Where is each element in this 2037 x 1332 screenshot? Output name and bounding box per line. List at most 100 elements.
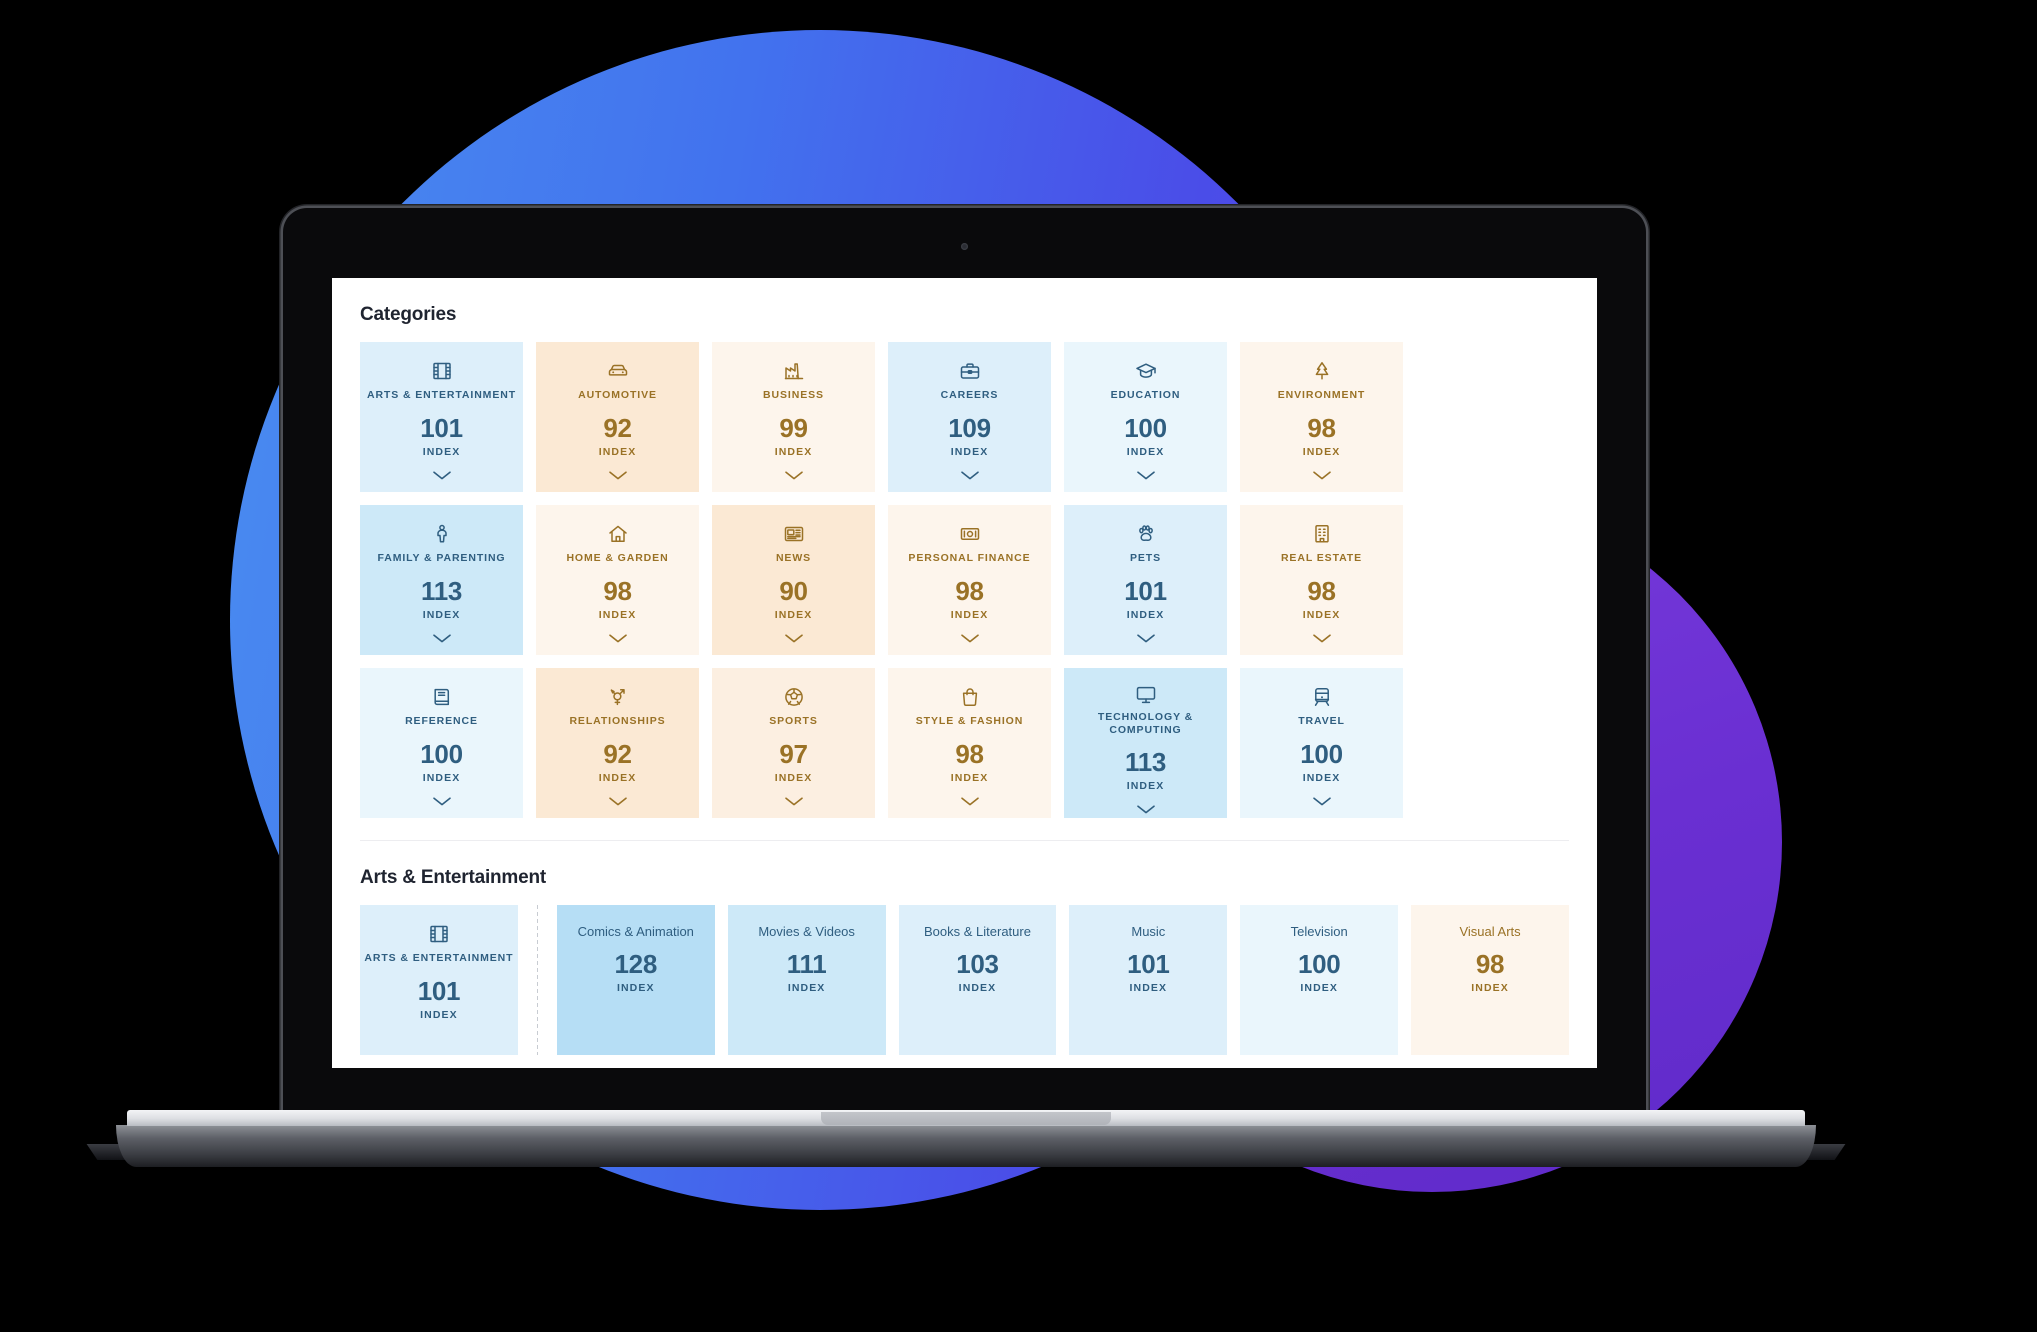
- category-card[interactable]: Pets 101 INDEX: [1064, 505, 1227, 655]
- category-card-value: 97: [779, 738, 808, 769]
- house-icon: [607, 521, 629, 547]
- chevron-down-icon[interactable]: [1135, 468, 1157, 486]
- chevron-down-icon[interactable]: [431, 631, 453, 649]
- category-card-value: 92: [603, 412, 632, 443]
- subcategory-card-label: Comics & Animation: [577, 924, 694, 939]
- chevron-down-icon[interactable]: [1135, 802, 1157, 820]
- subcategory-card-value: 111: [786, 949, 827, 979]
- subcategory-card[interactable]: Books & Literature 103 INDEX: [898, 905, 1057, 1055]
- shopping-bag-icon: [959, 684, 981, 710]
- subcategory-card-value: 98: [1475, 949, 1505, 979]
- category-card-index-label: INDEX: [950, 608, 989, 621]
- briefcase-icon: [959, 358, 981, 384]
- detail-parent-card-index-label: INDEX: [420, 1008, 458, 1021]
- category-card-label: Home & Garden: [566, 552, 669, 564]
- categories-title: Categories: [360, 304, 457, 325]
- category-card-index-label: INDEX: [1302, 771, 1341, 784]
- category-card-label: News: [775, 552, 812, 564]
- category-card[interactable]: Technology & Computing 113 INDEX: [1064, 668, 1227, 818]
- category-card[interactable]: Environment 98 INDEX: [1240, 342, 1403, 492]
- chevron-down-icon[interactable]: [959, 631, 981, 649]
- laptop-base-notch: [821, 1112, 1111, 1125]
- category-card-index-label: INDEX: [1126, 780, 1165, 792]
- subcategory-card[interactable]: Visual Arts 98 INDEX: [1411, 905, 1569, 1055]
- category-card[interactable]: Travel 100 INDEX: [1240, 668, 1403, 818]
- category-card[interactable]: Personal Finance 98 INDEX: [888, 505, 1051, 655]
- subcategory-card-label: Books & Literature: [924, 924, 1031, 939]
- category-card[interactable]: Style & Fashion 98 INDEX: [888, 668, 1051, 818]
- detail-grid: Arts & Entertainment 101 INDEX Comics & Ani…: [360, 905, 1569, 1055]
- category-card-label: Travel: [1298, 715, 1345, 727]
- category-card-index-label: INDEX: [1302, 608, 1341, 621]
- subcategory-card-label: Movies & Videos: [758, 924, 855, 939]
- category-card-index-label: INDEX: [950, 445, 989, 458]
- category-card-index-label: INDEX: [774, 608, 813, 621]
- subcategory-card-value: 128: [614, 949, 658, 979]
- category-card[interactable]: News 90 INDEX: [712, 505, 875, 655]
- category-card-index-label: INDEX: [598, 771, 637, 784]
- chevron-down-icon[interactable]: [783, 631, 805, 649]
- chevron-down-icon[interactable]: [607, 794, 629, 812]
- category-card[interactable]: Family & Parenting 113 INDEX: [360, 505, 523, 655]
- chevron-down-icon[interactable]: [783, 468, 805, 486]
- chevron-down-icon[interactable]: [431, 468, 453, 486]
- category-card[interactable]: Reference 100 INDEX: [360, 668, 523, 818]
- laptop-screen: Categories Arts & Entertainment 101 INDEX A…: [332, 278, 1597, 1068]
- subcategory-card[interactable]: Comics & Animation 128 INDEX: [556, 905, 715, 1055]
- category-card[interactable]: Automotive 92 INDEX: [536, 342, 699, 492]
- banknote-icon: [959, 521, 981, 547]
- category-card[interactable]: Education 100 INDEX: [1064, 342, 1227, 492]
- train-icon: [1311, 684, 1333, 710]
- laptop-base: [86, 1110, 1846, 1180]
- chevron-down-icon[interactable]: [607, 468, 629, 486]
- category-card-label: Family & Parenting: [377, 552, 506, 564]
- page-stage: Categories Arts & Entertainment 101 INDEX A…: [0, 0, 2037, 1332]
- category-card-value: 100: [1124, 412, 1167, 443]
- category-card-label: Style & Fashion: [915, 715, 1024, 727]
- category-card-value: 90: [779, 575, 808, 606]
- chevron-down-icon[interactable]: [1311, 794, 1333, 812]
- chevron-down-icon[interactable]: [959, 468, 981, 486]
- subcategory-card-index-label: INDEX: [616, 982, 655, 994]
- detail-section: Arts & Entertainment Arts & Entertainmen…: [332, 841, 1597, 1055]
- chevron-down-icon[interactable]: [959, 794, 981, 812]
- subcategory-card-index-label: INDEX: [787, 982, 826, 994]
- subcategory-card-value: 100: [1297, 949, 1341, 979]
- category-card-index-label: INDEX: [422, 445, 461, 458]
- subcategory-card[interactable]: Music 101 INDEX: [1069, 905, 1228, 1055]
- chevron-down-icon[interactable]: [1311, 468, 1333, 486]
- category-card-label: Automotive: [578, 389, 657, 401]
- laptop-base-body: [116, 1125, 1816, 1167]
- category-card-index-label: INDEX: [1126, 608, 1165, 621]
- category-card[interactable]: Home & Garden 98 INDEX: [536, 505, 699, 655]
- chevron-down-icon[interactable]: [1311, 631, 1333, 649]
- tree-icon: [1311, 358, 1333, 384]
- building-icon: [1311, 521, 1333, 547]
- newspaper-icon: [783, 521, 805, 547]
- category-card-value: 109: [948, 412, 991, 443]
- category-card[interactable]: Arts & Entertainment 101 INDEX: [360, 342, 523, 492]
- category-card-index-label: INDEX: [1302, 445, 1341, 458]
- subcategory-card-index-label: INDEX: [1300, 982, 1338, 994]
- chevron-down-icon[interactable]: [431, 794, 453, 812]
- category-card[interactable]: Relationships 92 INDEX: [536, 668, 699, 818]
- chevron-down-icon[interactable]: [607, 631, 629, 649]
- category-card[interactable]: Real Estate 98 INDEX: [1240, 505, 1403, 655]
- category-card-value: 101: [1124, 575, 1167, 606]
- category-card-label: Environment: [1277, 389, 1366, 401]
- subcategory-card-index-label: INDEX: [1471, 982, 1509, 994]
- category-card[interactable]: Careers 109 INDEX: [888, 342, 1051, 492]
- category-card-label: Reference: [405, 715, 478, 727]
- category-card-value: 100: [420, 738, 463, 769]
- subcategory-card[interactable]: Television 100 INDEX: [1240, 905, 1399, 1055]
- soccer-ball-icon: [783, 684, 805, 710]
- chevron-down-icon[interactable]: [1135, 631, 1157, 649]
- category-card-value: 113: [1124, 747, 1167, 777]
- chevron-down-icon[interactable]: [783, 794, 805, 812]
- category-card-index-label: INDEX: [950, 771, 989, 784]
- subcategory-card[interactable]: Movies & Videos 111 INDEX: [727, 905, 886, 1055]
- gender-symbols-icon: [607, 684, 629, 710]
- category-card[interactable]: Business 99 INDEX: [712, 342, 875, 492]
- detail-parent-card[interactable]: Arts & Entertainment 101 INDEX: [360, 905, 518, 1055]
- category-card[interactable]: Sports 97 INDEX: [712, 668, 875, 818]
